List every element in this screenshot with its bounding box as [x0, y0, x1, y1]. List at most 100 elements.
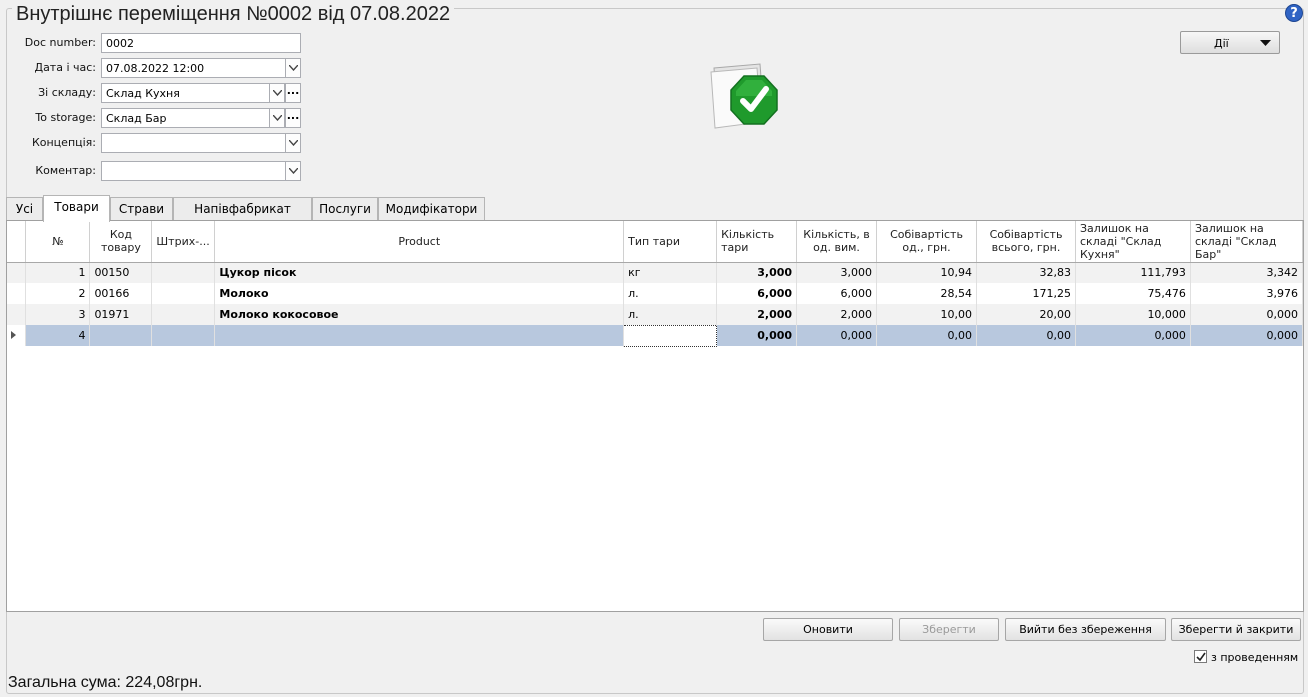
column-header[interactable]: Кількість тари [716, 221, 798, 263]
cell-code[interactable]: 00166 [89, 283, 153, 304]
cell-stock-kitchen[interactable]: 0,000 [1075, 325, 1191, 346]
column-header[interactable]: Залишок на складі "Склад Кухня" [1075, 221, 1191, 263]
tab-dishes[interactable]: Страви [110, 197, 173, 221]
datetime-row: Дата і час: 07.08.2022 12:00 [0, 58, 310, 78]
cell-code[interactable]: 01971 [89, 304, 153, 325]
from-storage-row: Зі складу: Склад Кухня ... [0, 83, 310, 103]
chevron-down-icon [272, 90, 282, 96]
to-storage-browse-button[interactable]: ... [285, 108, 301, 128]
cell-stock-kitchen[interactable]: 111,793 [1075, 262, 1191, 283]
from-storage-dropdown-button[interactable] [269, 83, 285, 103]
actions-button-label: Дії [1214, 37, 1229, 50]
actions-button[interactable]: Дії [1180, 31, 1280, 54]
cell-container-type-focused[interactable] [623, 324, 718, 347]
cell-code[interactable] [89, 325, 153, 346]
cell-container-qty[interactable]: 2,000 [716, 304, 798, 325]
comment-dropdown-button[interactable] [285, 161, 301, 181]
column-header[interactable]: Product [214, 221, 625, 263]
datetime-dropdown-button[interactable] [285, 58, 301, 78]
caret-down-icon [1260, 40, 1271, 46]
row-indicator-header [7, 221, 27, 263]
cell-stock-bar[interactable]: 3,342 [1190, 262, 1304, 283]
cell-container-qty[interactable]: 0,000 [716, 325, 798, 346]
cell-product[interactable]: Молоко [214, 283, 625, 304]
cell-container-type[interactable]: кг [623, 262, 718, 283]
datetime-input[interactable]: 07.08.2022 12:00 [101, 58, 286, 78]
cell-unit-cost[interactable]: 28,54 [876, 283, 978, 304]
column-header[interactable]: Кількість, в од. вим. [796, 221, 878, 263]
doc-number-input[interactable]: 0002 [101, 33, 301, 53]
cell-number[interactable]: 1 [25, 262, 91, 283]
cell-unit-cost[interactable]: 10,00 [876, 304, 978, 325]
concept-select[interactable] [101, 133, 286, 153]
from-storage-label: Зі складу: [38, 86, 96, 99]
cell-unit-cost[interactable]: 0,00 [876, 325, 978, 346]
tab-modifiers[interactable]: Модифікатори [378, 197, 485, 221]
save-button[interactable]: Зберегти [899, 618, 999, 641]
cell-container-type[interactable]: л. [623, 283, 718, 304]
cell-total-cost[interactable]: 171,25 [976, 283, 1076, 304]
exit-without-saving-button[interactable]: Вийти без збереження [1005, 618, 1166, 641]
document-processed-checkmark-icon [708, 60, 780, 130]
cell-number[interactable]: 3 [25, 304, 91, 325]
cell-total-cost[interactable]: 0,00 [976, 325, 1076, 346]
cell-barcode[interactable] [151, 304, 216, 325]
cell-stock-bar[interactable]: 0,000 [1190, 325, 1304, 346]
column-header[interactable]: Залишок на складі "Склад Бар" [1190, 221, 1304, 263]
concept-dropdown-button[interactable] [285, 133, 301, 153]
cell-stock-bar[interactable]: 3,976 [1190, 283, 1304, 304]
with-posting-checkbox[interactable] [1194, 650, 1207, 663]
table-header-row: № Код товару Штрих-... Product Тип тари … [7, 221, 1304, 263]
cell-total-cost[interactable]: 20,00 [976, 304, 1076, 325]
comment-input[interactable] [101, 161, 286, 181]
refresh-button[interactable]: Оновити [763, 618, 893, 641]
column-header[interactable]: Собівартість всього, грн. [976, 221, 1076, 263]
cell-product[interactable] [214, 325, 625, 346]
help-icon[interactable]: ? [1285, 4, 1303, 22]
cell-stock-bar[interactable]: 0,000 [1190, 304, 1304, 325]
column-header[interactable]: № [25, 221, 91, 263]
cell-barcode[interactable] [151, 262, 216, 283]
with-posting-label: з проведенням [1211, 651, 1299, 664]
cell-unit-qty[interactable]: 0,000 [796, 325, 878, 346]
cell-product[interactable]: Молоко кокосовое [214, 304, 625, 325]
to-storage-select[interactable]: Склад Бар [101, 108, 270, 128]
cell-unit-cost[interactable]: 10,94 [876, 262, 978, 283]
column-header[interactable]: Код товару [89, 221, 153, 263]
cell-product[interactable]: Цукор пісок [214, 262, 625, 283]
concept-row: Концепція: [0, 133, 310, 153]
cell-stock-kitchen[interactable]: 75,476 [1075, 283, 1191, 304]
table-row[interactable]: 1 00150 Цукор пісок кг 3,000 3,000 10,94… [7, 262, 1304, 283]
column-header[interactable]: Тип тари [623, 221, 718, 263]
table-row[interactable]: 2 00166 Молоко л. 6,000 6,000 28,54 171,… [7, 283, 1304, 304]
tab-goods[interactable]: Товари [43, 195, 110, 222]
table-row-current[interactable]: 4 0,000 0,000 0,00 0,00 0,000 0,000 [7, 324, 1304, 347]
cell-code[interactable]: 00150 [89, 262, 153, 283]
checkmark-icon [1196, 652, 1206, 662]
tab-all[interactable]: Усі [6, 197, 43, 221]
cell-container-type[interactable]: л. [623, 304, 718, 325]
save-and-close-button[interactable]: Зберегти й закрити [1171, 618, 1301, 641]
from-storage-select[interactable]: Склад Кухня [101, 83, 270, 103]
cell-number[interactable]: 4 [25, 325, 91, 346]
column-header[interactable]: Собівартість од., грн. [876, 221, 978, 263]
column-header[interactable]: Штрих-... [151, 221, 216, 263]
cell-unit-qty[interactable]: 3,000 [796, 262, 878, 283]
table-row[interactable]: 3 01971 Молоко кокосовое л. 2,000 2,000 … [7, 304, 1304, 325]
cell-container-qty[interactable]: 3,000 [716, 262, 798, 283]
row-indicator [7, 262, 27, 283]
cell-number[interactable]: 2 [25, 283, 91, 304]
cell-barcode[interactable] [151, 325, 216, 346]
cell-stock-kitchen[interactable]: 10,000 [1075, 304, 1191, 325]
to-storage-dropdown-button[interactable] [269, 108, 285, 128]
from-storage-browse-button[interactable]: ... [285, 83, 301, 103]
cell-unit-qty[interactable]: 2,000 [796, 304, 878, 325]
cell-container-qty[interactable]: 6,000 [716, 283, 798, 304]
cell-total-cost[interactable]: 32,83 [976, 262, 1076, 283]
cell-unit-qty[interactable]: 6,000 [796, 283, 878, 304]
cell-barcode[interactable] [151, 283, 216, 304]
tab-semi-finished[interactable]: Напівфабрикат [173, 197, 312, 221]
datetime-label: Дата і час: [34, 61, 96, 74]
items-grid[interactable]: № Код товару Штрих-... Product Тип тари … [6, 220, 1304, 612]
tab-services[interactable]: Послуги [312, 197, 378, 221]
